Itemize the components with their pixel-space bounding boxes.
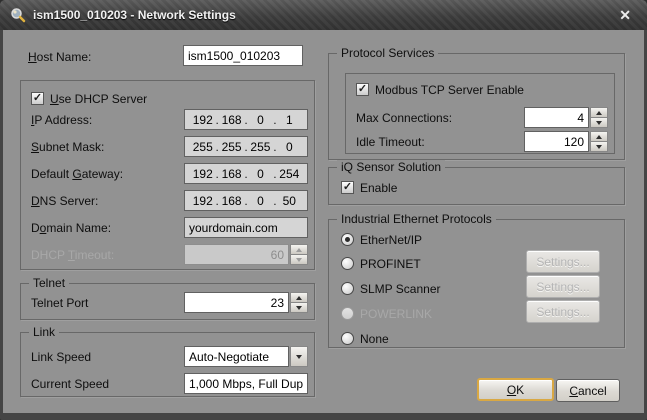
telnet-port-stepper[interactable]: 23 [184,292,308,313]
link-group: Link Link Speed Auto-Negotiate Current S… [20,332,315,397]
dialog-client-area: Host Name: ism1500_010203 Use DHCP Serve… [3,30,644,413]
dhcp-timeout-input: 60 [184,244,289,265]
default-gateway-label: Default Gateway: [31,167,123,181]
dhcp-timeout-stepper: 60 [184,244,308,265]
arrow-down-icon [596,145,602,149]
current-speed-input[interactable]: 1,000 Mbps, Full Dup [184,373,308,394]
spin-down-button[interactable] [590,141,608,152]
dropdown-button[interactable] [290,346,308,367]
domain-name-label: Domain Name: [31,221,111,235]
telnet-port-input[interactable]: 23 [184,292,289,313]
link-speed-dropdown[interactable]: Auto-Negotiate [184,346,308,367]
cancel-button[interactable]: Cancel [556,379,620,402]
radio-slmp-scanner[interactable] [341,282,354,295]
dns-server-label: DNS Server: [31,194,98,208]
dns-server-input: 192.168.0.50 [184,190,308,211]
spin-down-button[interactable] [290,302,308,313]
link-speed-value[interactable]: Auto-Negotiate [184,346,289,367]
powerlink-settings-button: Settings... [526,300,600,323]
idle-timeout-stepper[interactable]: 120 [524,131,608,152]
radio-profinet[interactable] [341,257,354,270]
protocol-services-group: Protocol Services Modbus TCP Server Enab… [328,53,625,160]
radio-powerlink [341,307,354,320]
arrow-up-icon [296,248,302,252]
telnet-port-label: Telnet Port [31,296,88,310]
protocol-services-title: Protocol Services [337,46,438,61]
max-connections-spin[interactable] [590,107,608,128]
arrow-down-icon [296,306,302,310]
dhcp-timeout-label: DHCP Timeout: [31,248,114,262]
radio-profinet-label: PROFINET [360,257,421,271]
modbus-panel: Modbus TCP Server Enable Max Connections… [345,73,615,154]
arrow-up-icon [296,296,302,300]
modbus-enable-checkbox[interactable] [356,83,369,96]
spin-down-button[interactable] [590,117,608,128]
app-magnifier-icon [10,7,26,23]
subnet-mask-label: Subnet Mask: [31,140,104,154]
industrial-protocols-group: Industrial Ethernet Protocols EtherNet/I… [328,219,625,348]
telnet-port-spin[interactable] [290,292,308,313]
host-name-label: Host Name: [28,50,91,64]
ip-address-label: IP Address: [31,113,92,127]
close-icon[interactable]: ✕ [613,6,637,24]
use-dhcp-checkbox[interactable] [31,92,44,105]
link-group-title: Link [29,325,59,340]
dhcp-timeout-spin [290,244,308,265]
telnet-group: Telnet Telnet Port 23 [20,283,315,320]
idle-timeout-spin[interactable] [590,131,608,152]
arrow-up-icon [596,135,602,139]
slmp-settings-button: Settings... [526,275,600,298]
radio-none[interactable] [341,332,354,345]
telnet-group-title: Telnet [29,276,69,291]
radio-ethernet-ip-label: EtherNet/IP [360,233,422,247]
arrow-down-icon [296,258,302,262]
title-bar[interactable]: ism1500_010203 - Network Settings ✕ [0,0,647,30]
use-dhcp-label: Use DHCP Server [50,92,147,106]
chevron-down-icon [296,355,302,359]
idle-timeout-label: Idle Timeout: [356,135,425,149]
iq-enable-checkbox[interactable] [341,181,354,194]
idle-timeout-input[interactable]: 120 [524,131,589,152]
link-speed-label: Link Speed [31,350,91,364]
iq-sensor-title: iQ Sensor Solution [337,160,445,175]
ip-address-input: 192.168.0.1 [184,109,308,130]
network-settings-dialog: ism1500_010203 - Network Settings ✕ Host… [0,0,647,420]
spin-down-button [290,254,308,265]
subnet-mask-input: 255.255.255.0 [184,136,308,157]
dhcp-group: Use DHCP Server IP Address: 192.168.0.1 … [20,80,315,270]
max-connections-input[interactable]: 4 [524,107,589,128]
radio-ethernet-ip[interactable] [341,233,354,246]
default-gateway-input: 192.168.0.254 [184,163,308,184]
ok-button[interactable]: OK [477,378,554,401]
radio-none-label: None [360,332,389,346]
window-title: ism1500_010203 - Network Settings [33,8,236,22]
iq-enable-label: Enable [360,181,397,195]
arrow-down-icon [596,121,602,125]
max-connections-label: Max Connections: [356,111,452,125]
max-connections-stepper[interactable]: 4 [524,107,608,128]
radio-slmp-scanner-label: SLMP Scanner [360,282,441,296]
iq-sensor-group: iQ Sensor Solution Enable [328,167,625,205]
profinet-settings-button: Settings... [526,250,600,273]
arrow-up-icon [596,111,602,115]
industrial-protocols-title: Industrial Ethernet Protocols [337,212,496,227]
modbus-enable-label: Modbus TCP Server Enable [375,83,524,97]
radio-powerlink-label: POWERLINK [360,307,432,321]
domain-name-input: yourdomain.com [184,217,308,238]
current-speed-label: Current Speed [31,377,109,391]
host-name-input[interactable]: ism1500_010203 [183,45,303,66]
